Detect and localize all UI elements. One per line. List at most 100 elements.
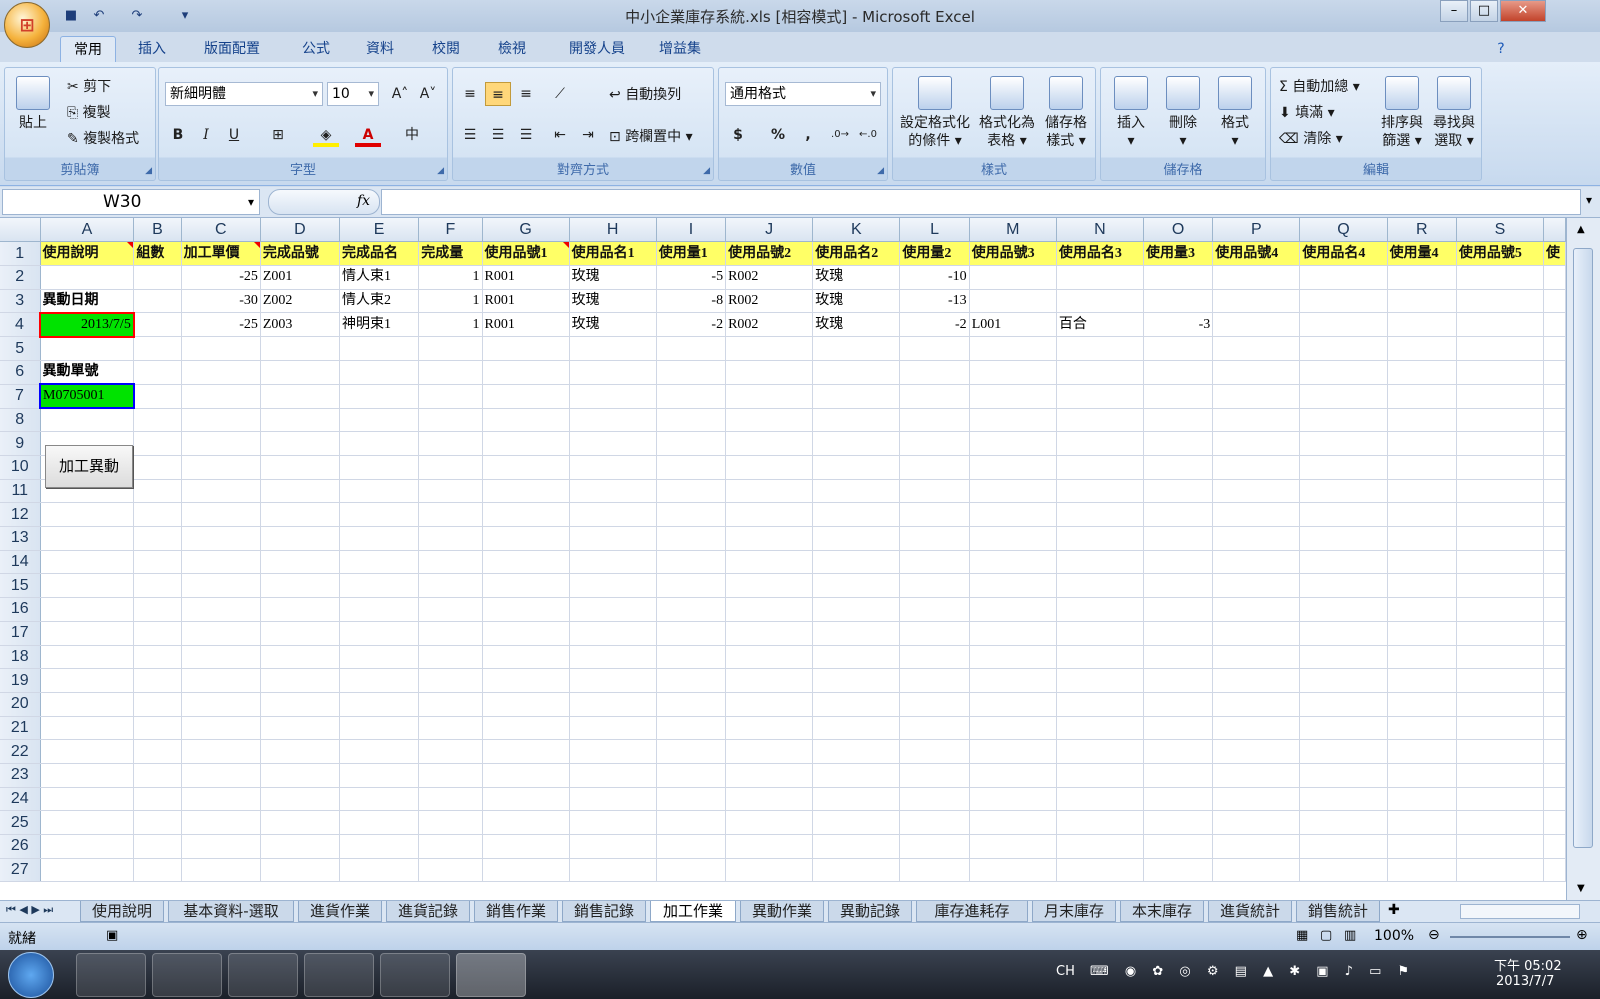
cell[interactable]: -13 <box>899 289 970 314</box>
cell[interactable] <box>1387 408 1457 433</box>
cell[interactable] <box>1387 621 1457 646</box>
cell[interactable] <box>1212 834 1301 859</box>
cell[interactable] <box>1456 265 1545 290</box>
cell[interactable] <box>482 502 570 528</box>
cell[interactable]: -2 <box>899 312 970 338</box>
cell[interactable] <box>725 455 814 480</box>
cut-button[interactable]: ✂ 剪下 <box>67 78 111 96</box>
cell[interactable] <box>482 479 570 504</box>
cell[interactable]: 使用品名3 <box>1056 241 1144 266</box>
tab-view[interactable]: 檢視 <box>484 36 540 62</box>
cell[interactable] <box>725 739 814 764</box>
sort-filter-button[interactable]: 排序與 篩選 ▾ <box>1377 76 1427 150</box>
row-header[interactable]: 4 <box>0 312 41 338</box>
cell[interactable] <box>969 739 1057 764</box>
cell[interactable]: 異動日期 <box>40 289 135 314</box>
cell[interactable] <box>181 668 261 693</box>
cell[interactable] <box>812 455 901 480</box>
cell[interactable] <box>569 502 657 528</box>
cell[interactable] <box>656 668 727 693</box>
sheet-tab[interactable]: 月末庫存 <box>1032 901 1116 922</box>
cell[interactable] <box>181 621 261 646</box>
cell[interactable]: 使用品名1 <box>569 241 657 266</box>
sheet-tab[interactable]: 基本資料-選取 <box>168 901 294 922</box>
sheet-tab[interactable]: 銷售統計 <box>1296 901 1380 922</box>
cell[interactable] <box>656 384 727 409</box>
cell[interactable] <box>339 739 420 764</box>
sheet-tab[interactable]: 進貨記錄 <box>386 901 470 922</box>
cell[interactable]: -3 <box>1143 312 1214 338</box>
cell[interactable] <box>181 763 261 788</box>
cell[interactable] <box>969 289 1057 314</box>
cell[interactable]: R002 <box>725 265 814 290</box>
cell[interactable] <box>656 479 727 504</box>
shrink-font-button[interactable]: A˅ <box>415 82 441 106</box>
cell[interactable] <box>899 360 970 385</box>
phonetic-icon[interactable]: 中 <box>399 123 425 147</box>
cell[interactable] <box>969 384 1057 409</box>
cell[interactable] <box>899 336 970 361</box>
cell[interactable] <box>569 408 657 433</box>
cell[interactable] <box>260 810 341 835</box>
cell[interactable] <box>260 360 341 385</box>
cell[interactable] <box>1212 858 1301 883</box>
cell[interactable] <box>418 668 483 693</box>
cell[interactable] <box>969 645 1057 670</box>
cell[interactable] <box>969 787 1057 812</box>
cell[interactable] <box>1387 692 1457 717</box>
chrome-icon[interactable] <box>152 953 222 997</box>
cell[interactable] <box>899 716 970 741</box>
zoom-out-icon[interactable]: ⊖ <box>1428 927 1440 943</box>
cell[interactable] <box>260 621 341 646</box>
column-header[interactable] <box>1543 218 1566 243</box>
cell[interactable] <box>1143 384 1214 409</box>
cell[interactable] <box>339 645 420 670</box>
cell[interactable] <box>482 526 570 551</box>
cell[interactable] <box>482 431 570 456</box>
cell[interactable] <box>1456 408 1545 433</box>
cell[interactable] <box>1387 265 1457 290</box>
cell[interactable] <box>1056 787 1144 812</box>
cell[interactable]: 使用量1 <box>656 241 727 266</box>
cell[interactable] <box>133 668 182 693</box>
cell[interactable] <box>181 834 261 859</box>
normal-view-icon[interactable]: ▦ <box>1296 928 1308 943</box>
cell[interactable] <box>1299 739 1388 764</box>
cell[interactable]: 1 <box>418 289 483 314</box>
cell[interactable] <box>812 668 901 693</box>
row-header[interactable]: 16 <box>0 597 41 622</box>
cell[interactable] <box>133 834 182 859</box>
cell[interactable] <box>133 739 182 764</box>
cell[interactable] <box>656 526 727 551</box>
cell[interactable] <box>812 431 901 456</box>
cell[interactable] <box>1299 858 1388 883</box>
cell[interactable] <box>969 597 1057 622</box>
cell[interactable] <box>181 455 261 480</box>
cell[interactable] <box>339 502 420 528</box>
cell[interactable] <box>1543 408 1566 433</box>
cell[interactable] <box>1387 502 1457 528</box>
dialog-launcher-icon[interactable]: ◢ <box>877 166 884 176</box>
cell[interactable] <box>1543 692 1566 717</box>
sheet-tab[interactable]: 異動記錄 <box>828 901 912 922</box>
cell[interactable] <box>1387 573 1457 599</box>
cell[interactable] <box>40 645 135 670</box>
orientation-icon[interactable]: ⟋ <box>547 82 573 106</box>
cell[interactable] <box>1299 289 1388 314</box>
cell[interactable] <box>1543 787 1566 812</box>
cell[interactable] <box>1456 289 1545 314</box>
cell[interactable] <box>1212 265 1301 290</box>
cell[interactable] <box>418 502 483 528</box>
row-header[interactable]: 23 <box>0 763 41 788</box>
dialog-launcher-icon[interactable]: ◢ <box>145 166 152 176</box>
cell[interactable] <box>656 431 727 456</box>
cell[interactable] <box>656 716 727 741</box>
cell[interactable] <box>1456 502 1545 528</box>
cell[interactable] <box>1387 668 1457 693</box>
cell[interactable] <box>1212 408 1301 433</box>
cell[interactable] <box>482 739 570 764</box>
cell[interactable] <box>969 810 1057 835</box>
cell[interactable] <box>260 645 341 670</box>
cell[interactable] <box>1212 431 1301 456</box>
cell[interactable] <box>969 716 1057 741</box>
